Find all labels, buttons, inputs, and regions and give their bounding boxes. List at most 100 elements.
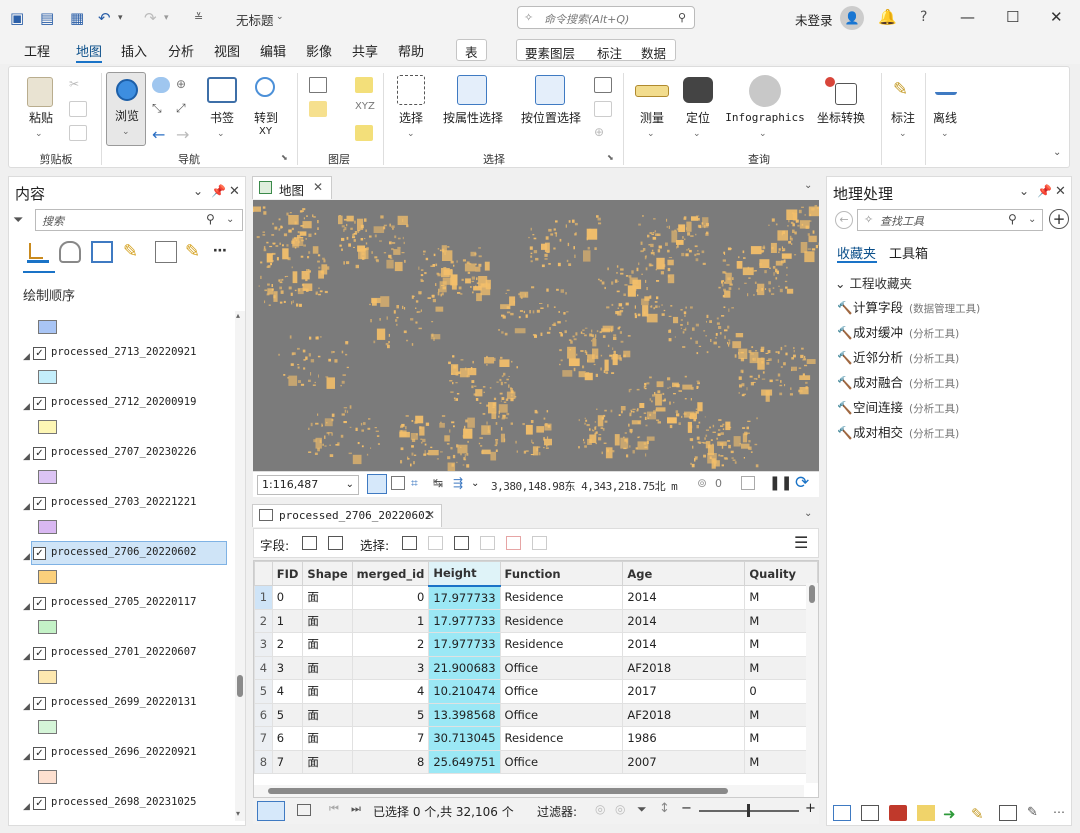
table-row[interactable]: 8 7 面 8 25.649751 Office 2007 M — [254, 749, 818, 774]
age-cell[interactable]: 2014 — [622, 632, 746, 657]
next-record-icon[interactable]: ⏭ — [351, 802, 361, 816]
layer-visibility-checkbox[interactable]: ✓ — [33, 597, 46, 610]
row-number[interactable]: 5 — [254, 679, 273, 704]
menu-imagery[interactable]: 影像 — [306, 41, 332, 60]
expand-triangle-icon[interactable]: ◢ — [23, 352, 30, 362]
close-pane-icon[interactable]: ✕ — [1055, 184, 1066, 199]
paste-dropdown-icon[interactable]: ⌄ — [35, 127, 43, 141]
function-cell[interactable]: Residence — [499, 632, 624, 657]
layer-item[interactable] — [9, 311, 237, 345]
project-favorites-section[interactable]: ⌄ 工程收藏夹 — [835, 273, 912, 292]
layer-name[interactable]: processed_2712_20200919 — [51, 396, 196, 408]
context-tab-table[interactable]: 表 — [456, 39, 487, 61]
scrollbar-thumb[interactable] — [237, 675, 243, 697]
metadata-icon[interactable] — [999, 805, 1017, 821]
layer-name[interactable]: processed_2703_20221221 — [51, 496, 196, 508]
tab-toolboxes[interactable]: 工具箱 — [889, 243, 928, 262]
expand-triangle-icon[interactable]: ◢ — [23, 752, 30, 762]
table-row[interactable]: 2 1 面 1 17.977733 Residence 2014 M — [254, 608, 818, 633]
shape-cell[interactable]: 面 — [302, 655, 353, 680]
calculate-field-icon[interactable] — [328, 536, 343, 550]
fixed-zoom-icon[interactable]: ⊕ — [176, 77, 194, 93]
menu-view[interactable]: 视图 — [214, 41, 240, 60]
function-cell[interactable]: Office — [499, 749, 624, 774]
pane-menu-chevron-icon[interactable]: ⌄ — [1019, 184, 1029, 198]
switch-selection-icon[interactable] — [454, 536, 469, 550]
shape-cell[interactable]: 面 — [302, 608, 353, 633]
table-row[interactable]: 7 6 面 7 30.713045 Residence 1986 M — [254, 726, 818, 751]
table-row[interactable]: 3 2 面 2 17.977733 Residence 2014 M — [254, 632, 818, 657]
age-cell[interactable]: AF2018 — [622, 702, 746, 727]
show-all-records-icon[interactable] — [257, 801, 285, 821]
expand-triangle-icon[interactable]: ◢ — [23, 452, 30, 462]
height-cell[interactable]: 10.210474 — [428, 679, 501, 704]
close-tab-icon[interactable]: ✕ — [425, 508, 435, 522]
basemap-icon[interactable] — [309, 77, 327, 93]
row-number[interactable]: 8 — [254, 749, 273, 774]
function-cell[interactable]: Residence — [499, 608, 624, 633]
select-by-attributes-button[interactable]: 按属性选择 — [441, 111, 505, 125]
refresh-pause-icon[interactable] — [741, 476, 755, 490]
layer-visibility-checkbox[interactable]: ✓ — [33, 547, 46, 560]
layer-visibility-checkbox[interactable]: ✓ — [33, 397, 46, 410]
minimize-icon[interactable]: — — [960, 8, 975, 26]
map-canvas[interactable] — [253, 200, 819, 471]
expand-triangle-icon[interactable]: ◢ — [23, 502, 30, 512]
delete-selection-icon[interactable] — [506, 536, 521, 550]
more-panes-icon[interactable]: ⋯ — [1053, 805, 1071, 821]
context-tab-data[interactable]: 数据 — [641, 43, 666, 62]
zoom-out-icon[interactable]: − — [681, 801, 692, 816]
tab-map[interactable]: 地图 ✕ — [252, 176, 332, 199]
tool-item[interactable]: 🔨计算字段 (数据管理工具) — [837, 297, 980, 316]
fid-cell[interactable]: 5 — [271, 702, 304, 727]
fid-cell[interactable]: 2 — [271, 632, 304, 657]
merged-id-cell[interactable]: 2 — [351, 632, 430, 657]
contents-scrollbar[interactable]: ▴ ▾ — [235, 311, 245, 821]
toolbox-icon[interactable] — [889, 805, 907, 821]
list-by-selection-icon[interactable] — [91, 241, 113, 263]
function-cell[interactable]: Office — [499, 679, 624, 704]
height-cell[interactable]: 30.713045 — [428, 726, 501, 751]
row-number[interactable]: 1 — [254, 585, 273, 610]
height-cell[interactable]: 17.977733 — [428, 585, 501, 610]
attributes-icon[interactable] — [594, 77, 612, 93]
row-number[interactable]: 2 — [254, 608, 273, 633]
zoom-to-selection-icon[interactable] — [428, 536, 443, 550]
layer-visibility-checkbox[interactable]: ✓ — [33, 497, 46, 510]
zoom-slider-thumb[interactable] — [747, 804, 750, 817]
add-data-icon[interactable] — [355, 77, 373, 93]
filter-icon[interactable]: ⏷ — [13, 213, 23, 228]
browse-button[interactable]: 浏览 ⌄ — [106, 72, 146, 146]
function-cell[interactable]: Residence — [499, 585, 624, 610]
tool-item[interactable]: 🔨成对缓冲 (分析工具) — [837, 322, 959, 341]
column-header-function[interactable]: Function — [499, 561, 624, 586]
customize-qat-icon[interactable]: ≚ — [194, 11, 203, 24]
command-search-input[interactable]: ✧ 命令搜索(Alt+Q) ⚲ — [517, 6, 695, 29]
dialog-launcher-icon[interactable]: ⬊ — [607, 153, 614, 162]
close-tab-icon[interactable]: ✕ — [313, 180, 323, 194]
column-header-quality[interactable]: Quality — [744, 561, 818, 586]
copy-path-icon[interactable] — [69, 125, 87, 141]
table-row[interactable]: 4 3 面 3 21.900683 Office AF2018 M — [254, 655, 818, 680]
back-icon[interactable]: ← — [835, 211, 853, 229]
menu-edit[interactable]: 编辑 — [260, 41, 286, 60]
list-by-source-icon[interactable] — [59, 241, 81, 263]
tool-item[interactable]: 🔨空间连接 (分析工具) — [837, 397, 959, 416]
add-preset-icon[interactable] — [309, 101, 327, 117]
refresh-icon[interactable]: ⟳ — [795, 473, 809, 493]
row-number[interactable]: 3 — [254, 632, 273, 657]
notification-bell-icon[interactable]: 🔔 — [878, 8, 897, 26]
layer-visibility-checkbox[interactable]: ✓ — [33, 447, 46, 460]
merged-id-cell[interactable]: 5 — [351, 702, 430, 727]
layer-name[interactable]: processed_2713_20220921 — [51, 346, 196, 358]
filter-selection-icon[interactable]: ◎ — [615, 802, 625, 816]
age-cell[interactable]: 2014 — [622, 608, 746, 633]
snapping-pane-icon[interactable]: ✎ — [1027, 805, 1045, 821]
merged-id-cell[interactable]: 0 — [351, 585, 430, 610]
merged-id-cell[interactable]: 1 — [351, 608, 430, 633]
offline-button[interactable]: 离线 — [931, 111, 959, 125]
column-header-height[interactable]: Height — [428, 561, 501, 587]
catalog-icon[interactable] — [833, 805, 851, 821]
layer-item[interactable]: ◢ ✓ processed_2696_20220921 — [9, 745, 237, 795]
close-pane-icon[interactable]: ✕ — [229, 184, 240, 199]
